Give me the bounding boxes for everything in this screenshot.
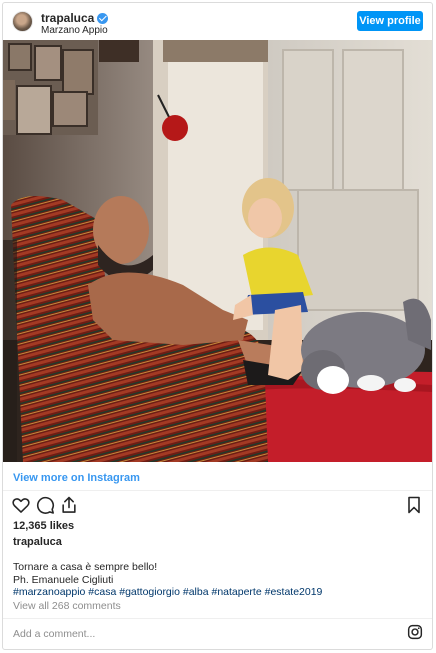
comment-icon[interactable] bbox=[35, 495, 55, 515]
username[interactable]: trapaluca bbox=[41, 11, 94, 25]
caption-line: Ph. Emanuele Cigliuti bbox=[13, 573, 114, 586]
instagram-embed-card: trapaluca Marzano Appio View profile Vie… bbox=[2, 2, 433, 650]
view-all-comments-link[interactable]: View all 268 comments bbox=[13, 600, 121, 612]
divider bbox=[3, 618, 432, 619]
photo-image bbox=[3, 40, 432, 462]
post-header: trapaluca Marzano Appio View profile bbox=[3, 3, 432, 40]
share-icon[interactable] bbox=[59, 495, 79, 515]
bookmark-icon[interactable] bbox=[404, 495, 424, 515]
username-row[interactable]: trapaluca bbox=[41, 11, 109, 25]
caption-hashtags[interactable]: #marzanoappio #casa #gattogiorgio #alba … bbox=[13, 586, 322, 599]
verified-badge-icon bbox=[97, 12, 109, 24]
view-more-on-instagram-link[interactable]: View more on Instagram bbox=[13, 472, 140, 484]
caption-line: Tornare a casa è sempre bello! bbox=[13, 561, 158, 573]
caption: Tornare a casa è sempre bello! Ph. Emanu… bbox=[13, 561, 322, 599]
likes-count[interactable]: 12,365 likes bbox=[13, 520, 74, 532]
post-photo[interactable] bbox=[3, 40, 432, 462]
caption-username[interactable]: trapaluca bbox=[13, 536, 62, 548]
view-profile-button[interactable]: View profile bbox=[357, 11, 423, 31]
location[interactable]: Marzano Appio bbox=[41, 25, 108, 36]
add-comment-input[interactable]: Add a comment... bbox=[13, 628, 95, 640]
avatar[interactable] bbox=[12, 11, 33, 32]
divider bbox=[3, 490, 432, 491]
instagram-logo-icon[interactable] bbox=[407, 624, 423, 640]
heart-icon[interactable] bbox=[11, 495, 31, 515]
action-bar bbox=[3, 495, 432, 517]
